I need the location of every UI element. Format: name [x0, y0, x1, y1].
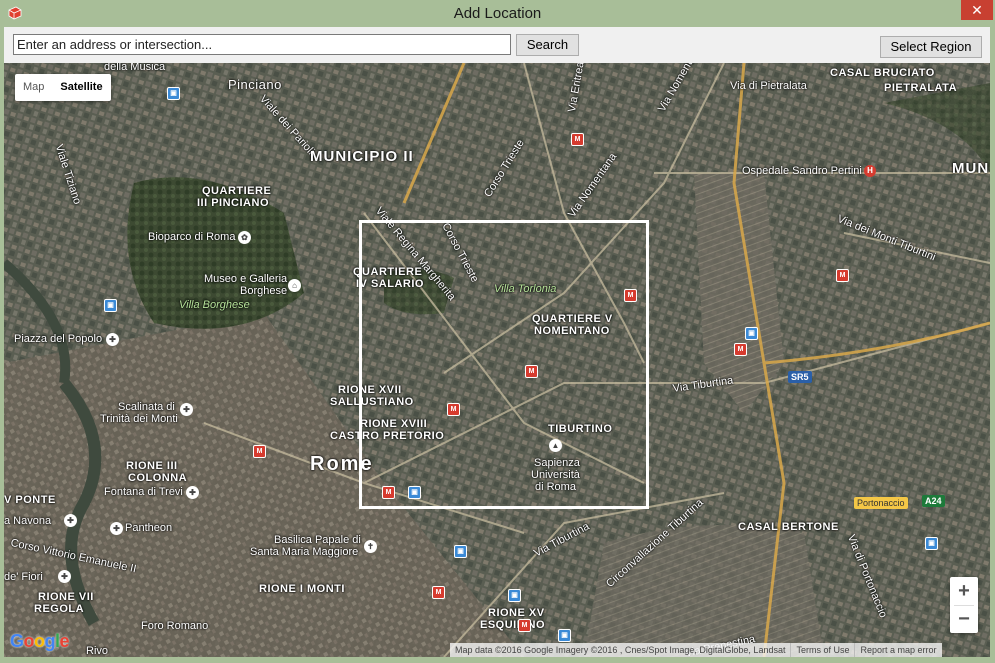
google-logo[interactable]: Google — [10, 631, 70, 652]
zoom-out-button[interactable]: − — [950, 605, 978, 633]
map-label: RIONE XV — [488, 607, 545, 619]
close-button[interactable]: ✕ — [961, 0, 993, 20]
map-label: Museo e Galleria — [204, 273, 288, 285]
selection-region[interactable] — [359, 220, 649, 509]
zoom-control: + − — [950, 577, 978, 633]
map-label: RIONE III — [126, 460, 178, 472]
transit-icon: ▣ — [454, 545, 467, 558]
transit-icon: ▣ — [104, 299, 117, 312]
map-label: RIONE I MONTI — [259, 583, 345, 595]
landmark-icon: ✚ — [58, 570, 71, 583]
map-label: de' Fiori — [4, 571, 43, 583]
transit-icon: ▣ — [745, 327, 758, 340]
map-label: REGOLA — [34, 603, 85, 615]
landmark-icon: ✚ — [64, 514, 77, 527]
transit-icon: ▣ — [508, 589, 521, 602]
map-label: CASAL BERTONE — [738, 521, 839, 533]
search-button[interactable]: Search — [516, 34, 579, 56]
address-search-input[interactable] — [13, 34, 511, 55]
hospital-icon: H — [864, 165, 876, 177]
terms-of-use-link[interactable]: Terms of Use — [790, 643, 854, 657]
map-label: COLONNA — [128, 472, 188, 484]
attribution-text: Map data ©2016 Google Imagery ©2016 , Cn… — [455, 645, 786, 655]
transit-icon: ▣ — [925, 537, 938, 550]
metro-icon: M — [518, 619, 531, 632]
map-label: PIETRALATA — [884, 82, 958, 94]
map-label: ESQUILINO — [480, 619, 546, 631]
landmark-icon: ✚ — [186, 486, 199, 499]
map-label: CASAL BRUCIATO — [830, 67, 935, 79]
report-error-link[interactable]: Report a map error — [854, 643, 941, 657]
zoom-divider — [954, 605, 974, 606]
map-label: Foro Romano — [141, 620, 209, 632]
map-label: Via di Pietralata — [730, 80, 807, 92]
map-type-satellite-button[interactable]: Satellite — [52, 74, 110, 101]
map-label: Basilica Papale di — [274, 534, 361, 546]
road-shield: A24 — [922, 495, 945, 507]
zoo-icon: ✿ — [238, 231, 251, 244]
map-label: della Musica — [104, 63, 166, 73]
road-label: Portonaccio — [854, 497, 908, 509]
window-title: Add Location — [453, 5, 542, 22]
map-label: Scalinata di — [118, 401, 175, 413]
map-label: Pinciano — [228, 77, 282, 92]
map-label: Rivo — [86, 645, 109, 657]
metro-icon: M — [253, 445, 266, 458]
map-label: Ospedale Sandro Pertini — [742, 165, 862, 177]
map-label: MUN — [952, 160, 990, 177]
metro-icon: M — [571, 133, 584, 146]
select-region-button[interactable]: Select Region — [880, 36, 982, 58]
metro-icon: M — [734, 343, 747, 356]
map-label: Fontana di Trevi — [104, 486, 183, 498]
map-label: Trinità dei Monti — [100, 413, 178, 425]
map-label: Santa Maria Maggiore — [250, 546, 359, 558]
search-toolbar: Search Select Region — [4, 27, 990, 63]
map-label: Pantheon — [125, 522, 173, 534]
landmark-icon: ✚ — [110, 522, 123, 535]
title-bar: Add Location ✕ — [0, 0, 995, 27]
map-label: V PONTE — [4, 494, 56, 506]
map-type-map-button[interactable]: Map — [15, 74, 52, 101]
metro-icon: M — [836, 269, 849, 282]
zoom-in-button[interactable]: + — [950, 577, 978, 605]
map-attribution: Map data ©2016 Google Imagery ©2016 , Cn… — [450, 643, 942, 657]
metro-icon: M — [432, 586, 445, 599]
landmark-icon: ✚ — [106, 333, 119, 346]
map-label: III PINCIANO — [197, 197, 270, 209]
map-label: MUNICIPIO II — [310, 148, 414, 165]
map-label: Bioparco di Roma — [148, 231, 236, 243]
map-label: a Navona — [4, 515, 52, 527]
map-label: Villa Borghese — [179, 299, 250, 311]
map-label: Piazza del Popolo — [14, 333, 103, 345]
transit-icon: ▣ — [558, 629, 571, 642]
map-label: RIONE VII — [38, 591, 94, 603]
transit-icon: ▣ — [167, 87, 180, 100]
satellite-map[interactable]: Map Satellite della Musica Pinciano Vial… — [4, 63, 990, 657]
church-icon: ✝ — [364, 540, 377, 553]
map-type-control: Map Satellite — [15, 74, 111, 101]
map-label: QUARTIERE — [202, 185, 272, 197]
museum-icon: ⌂ — [288, 279, 301, 292]
map-label: Borghese — [240, 285, 288, 297]
landmark-icon: ✚ — [180, 403, 193, 416]
road-shield: SR5 — [788, 371, 812, 383]
